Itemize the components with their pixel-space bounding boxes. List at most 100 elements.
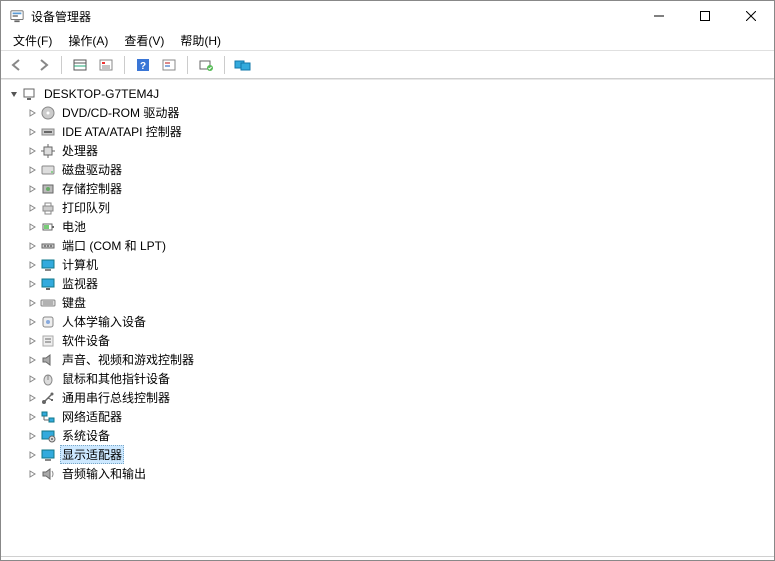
mouse-icon — [40, 371, 56, 387]
printer-icon — [40, 200, 56, 216]
window-title: 设备管理器 — [31, 8, 636, 25]
menu-view[interactable]: 查看(V) — [116, 31, 172, 50]
tree-item[interactable]: 网络适配器 — [7, 407, 774, 426]
tree-item-label: 音频输入和输出 — [60, 465, 148, 482]
chevron-right-icon[interactable] — [25, 315, 39, 329]
app-icon — [9, 8, 25, 24]
maximize-button[interactable] — [682, 1, 728, 31]
tree-item-label: 人体学输入设备 — [60, 313, 148, 330]
tree-item[interactable]: 声音、视频和游戏控制器 — [7, 350, 774, 369]
chevron-right-icon[interactable] — [25, 144, 39, 158]
tree-item-label: 打印队列 — [60, 199, 112, 216]
close-button[interactable] — [728, 1, 774, 31]
tree-item-label: 鼠标和其他指针设备 — [60, 370, 172, 387]
chevron-right-icon[interactable] — [25, 467, 39, 481]
statusbar — [1, 556, 774, 560]
tree-item[interactable]: 监视器 — [7, 274, 774, 293]
toolbar-back-button[interactable] — [5, 54, 29, 76]
toolbar-separator — [124, 56, 125, 74]
toolbar-scan-button[interactable] — [194, 54, 218, 76]
toolbar-separator — [187, 56, 188, 74]
chevron-down-icon[interactable] — [7, 87, 21, 101]
tree-item-label: 存储控制器 — [60, 180, 124, 197]
chevron-right-icon[interactable] — [25, 429, 39, 443]
window-controls — [636, 1, 774, 31]
chevron-right-icon[interactable] — [25, 163, 39, 177]
tree-item-label: 系统设备 — [60, 427, 112, 444]
tree-item[interactable]: 电池 — [7, 217, 774, 236]
computer-icon — [22, 86, 38, 102]
usb-icon — [40, 390, 56, 406]
device-tree[interactable]: DESKTOP-G7TEM4J DVD/CD-ROM 驱动器 IDE ATA/A… — [1, 79, 774, 556]
titlebar: 设备管理器 — [1, 1, 774, 31]
keyboard-icon — [40, 295, 56, 311]
chevron-right-icon[interactable] — [25, 410, 39, 424]
chevron-right-icon[interactable] — [25, 448, 39, 462]
sound-icon — [40, 352, 56, 368]
toolbar: ? — [1, 51, 774, 79]
tree-item[interactable]: 通用串行总线控制器 — [7, 388, 774, 407]
tree-item[interactable]: IDE ATA/ATAPI 控制器 — [7, 122, 774, 141]
menubar: 文件(F) 操作(A) 查看(V) 帮助(H) — [1, 31, 774, 51]
audio-icon — [40, 466, 56, 482]
monitor-icon — [40, 276, 56, 292]
tree-item[interactable]: 磁盘驱动器 — [7, 160, 774, 179]
tree-item[interactable]: 端口 (COM 和 LPT) — [7, 236, 774, 255]
chevron-right-icon[interactable] — [25, 201, 39, 215]
tree-item[interactable]: 打印队列 — [7, 198, 774, 217]
tree-item[interactable]: 软件设备 — [7, 331, 774, 350]
tree-item[interactable]: 键盘 — [7, 293, 774, 312]
chevron-right-icon[interactable] — [25, 239, 39, 253]
toolbar-monitors-button[interactable] — [231, 54, 255, 76]
computer-icon — [40, 257, 56, 273]
menu-file[interactable]: 文件(F) — [5, 31, 60, 50]
tree-item-label: 显示适配器 — [60, 445, 124, 464]
chevron-right-icon[interactable] — [25, 106, 39, 120]
tree-item[interactable]: 系统设备 — [7, 426, 774, 445]
tree-item-label: IDE ATA/ATAPI 控制器 — [60, 123, 184, 140]
tree-item-label: 电池 — [60, 218, 88, 235]
toolbar-properties-button[interactable] — [94, 54, 118, 76]
tree-item[interactable]: 人体学输入设备 — [7, 312, 774, 331]
toolbar-separator — [61, 56, 62, 74]
tree-item-label: 软件设备 — [60, 332, 112, 349]
toolbar-detail-button[interactable] — [68, 54, 92, 76]
tree-item[interactable]: 显示适配器 — [7, 445, 774, 464]
chevron-right-icon[interactable] — [25, 296, 39, 310]
chevron-right-icon[interactable] — [25, 353, 39, 367]
tree-item[interactable]: 鼠标和其他指针设备 — [7, 369, 774, 388]
chevron-right-icon[interactable] — [25, 258, 39, 272]
tree-item[interactable]: 计算机 — [7, 255, 774, 274]
tree-item[interactable]: 音频输入和输出 — [7, 464, 774, 483]
menu-help[interactable]: 帮助(H) — [172, 31, 229, 50]
chevron-right-icon[interactable] — [25, 182, 39, 196]
tree-item[interactable]: DVD/CD-ROM 驱动器 — [7, 103, 774, 122]
software-icon — [40, 333, 56, 349]
tree-root-node[interactable]: DESKTOP-G7TEM4J — [7, 84, 774, 103]
chevron-right-icon[interactable] — [25, 125, 39, 139]
display-icon — [40, 447, 56, 463]
toolbar-help-button[interactable]: ? — [131, 54, 155, 76]
tree-item-label: 通用串行总线控制器 — [60, 389, 172, 406]
battery-icon — [40, 219, 56, 235]
chevron-right-icon[interactable] — [25, 220, 39, 234]
tree-item-label: 键盘 — [60, 294, 88, 311]
chevron-right-icon[interactable] — [25, 372, 39, 386]
chevron-right-icon[interactable] — [25, 334, 39, 348]
tree-item-label: 声音、视频和游戏控制器 — [60, 351, 196, 368]
ide-icon — [40, 124, 56, 140]
toolbar-refresh-button[interactable] — [157, 54, 181, 76]
svg-text:?: ? — [140, 61, 146, 72]
tree-item-label: 计算机 — [60, 256, 100, 273]
minimize-button[interactable] — [636, 1, 682, 31]
chevron-right-icon[interactable] — [25, 277, 39, 291]
disc-icon — [40, 105, 56, 121]
toolbar-forward-button[interactable] — [31, 54, 55, 76]
tree-root-label: DESKTOP-G7TEM4J — [42, 87, 161, 101]
tree-item[interactable]: 处理器 — [7, 141, 774, 160]
network-icon — [40, 409, 56, 425]
menu-action[interactable]: 操作(A) — [60, 31, 116, 50]
chevron-right-icon[interactable] — [25, 391, 39, 405]
tree-item[interactable]: 存储控制器 — [7, 179, 774, 198]
tree-item-label: 端口 (COM 和 LPT) — [60, 237, 168, 254]
